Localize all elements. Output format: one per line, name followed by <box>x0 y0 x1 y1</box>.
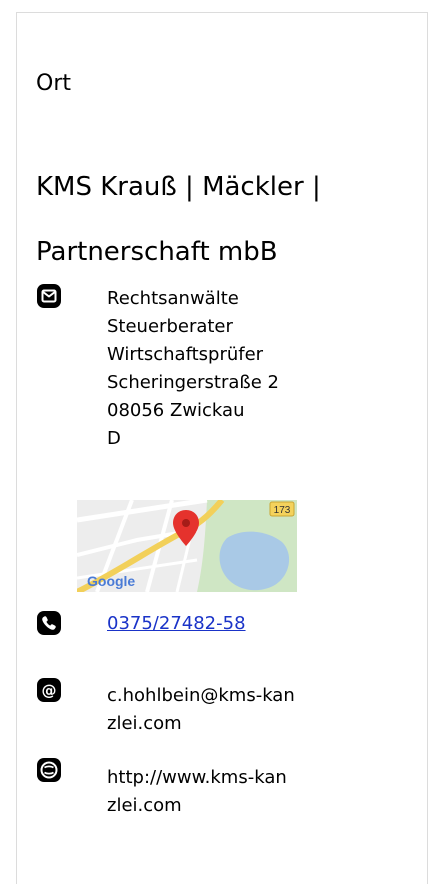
website-url[interactable]: http://www.kms-kanzlei.com <box>107 764 287 820</box>
phone-icon <box>36 610 62 636</box>
postal-address: Rechtsanwälte Steuerberater Wirtschaftsp… <box>107 285 279 453</box>
envelope-icon <box>36 283 62 309</box>
address-line: Steuerberater <box>107 316 233 337</box>
address-line: Wirtschaftsprüfer <box>107 344 264 365</box>
section-heading: Ort <box>36 71 71 96</box>
address-line: Scheringerstraße 2 <box>107 372 279 393</box>
phone-link[interactable]: 0375/27482-58 <box>107 610 246 638</box>
google-logo: Google <box>87 573 135 589</box>
email-address: c.hohlbein@kms-kanzlei.com <box>107 685 295 734</box>
map-thumbnail[interactable]: 173 Google <box>77 500 297 592</box>
address-line: D <box>107 428 121 449</box>
at-icon: @ <box>36 677 62 703</box>
company-name: KMS Krauß | Mäckler | Partnerschaft mbB <box>36 172 321 267</box>
address-line: Rechtsanwälte <box>107 288 239 309</box>
road-badge-label: 173 <box>274 505 291 516</box>
svg-text:@: @ <box>42 682 57 700</box>
web-icon <box>36 757 62 783</box>
address-line: 08056 Zwickau <box>107 400 245 421</box>
